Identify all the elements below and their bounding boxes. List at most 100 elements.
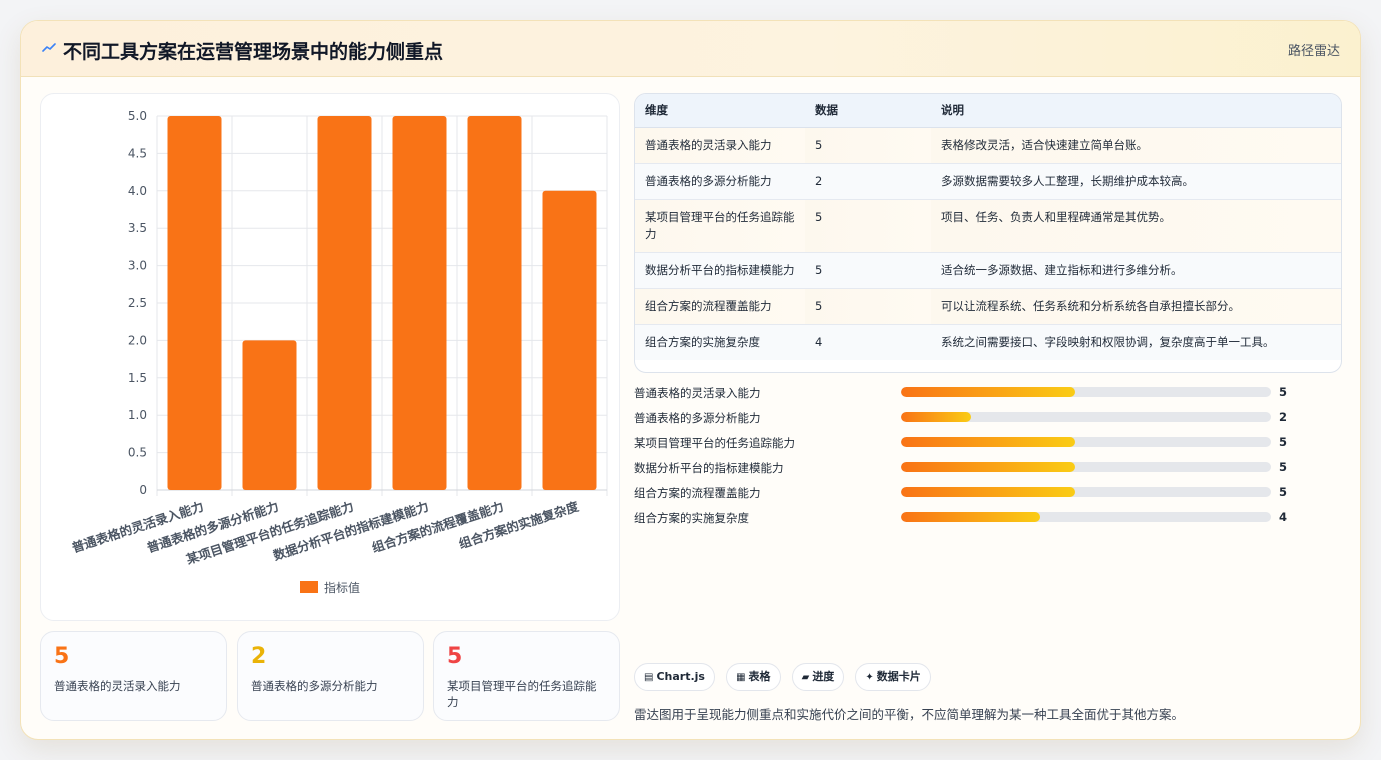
- progress-row: 组合方案的实施复杂度 4: [634, 507, 1334, 532]
- progress-track: [901, 412, 1271, 422]
- table-header-row: 维度 数据 说明: [635, 94, 1341, 128]
- table-cell: 可以让流程系统、任务系统和分析系统各自承担擅长部分。: [931, 288, 1341, 325]
- bar: [167, 116, 222, 490]
- table-row: 组合方案的实施复杂度 4 系统之间需要接口、字段映射和权限协调，复杂度高于单一工…: [635, 324, 1341, 360]
- report-card: 不同工具方案在运营管理场景中的能力侧重点 路径雷达 0 0.5 1.0 1.5 2.0 2…: [20, 20, 1361, 740]
- table-cell: 5: [805, 127, 931, 164]
- tag-label: 数据卡片: [876, 670, 921, 683]
- table-cell: 5: [805, 252, 931, 289]
- tag-label: 进度: [812, 670, 835, 683]
- progress-tag[interactable]: ▰ 进度: [791, 663, 845, 691]
- progress-row: 普通表格的多源分析能力 2: [634, 407, 1334, 432]
- chart-icon: ▤: [644, 672, 654, 683]
- progress-label: 某项目管理平台的任务追踪能力: [634, 436, 795, 450]
- table-cell: 系统之间需要接口、字段映射和权限协调，复杂度高于单一工具。: [931, 324, 1341, 360]
- progress-track: [901, 487, 1271, 497]
- progress-list: 普通表格的灵活录入能力 5 普通表格的多源分析能力 2 某项目管理平台的任务追踪…: [634, 382, 1334, 532]
- table-cell: 2: [805, 163, 931, 200]
- y-tick-label: 1.5: [128, 371, 147, 385]
- progress-row: 数据分析平台的指标建模能力 5: [634, 457, 1334, 482]
- progress-row: 普通表格的灵活录入能力 5: [634, 382, 1334, 407]
- progress-fill: [901, 387, 1075, 397]
- table-row: 某项目管理平台的任务追踪能力 5 项目、任务、负责人和里程碑通常是其优势。: [635, 199, 1341, 253]
- table-cell: 适合统一多源数据、建立指标和进行多维分析。: [931, 252, 1341, 289]
- progress-label: 组合方案的流程覆盖能力: [634, 486, 761, 500]
- bar: [392, 116, 447, 490]
- table-cell: 4: [805, 324, 931, 360]
- data-table: 维度 数据 说明 普通表格的灵活录入能力 5 表格修改灵活，适合快速建立简单台账…: [635, 94, 1341, 360]
- progress-label: 组合方案的实施复杂度: [634, 511, 749, 525]
- progress-icon: ▰: [801, 672, 810, 683]
- bar: [317, 116, 372, 490]
- progress-label: 普通表格的多源分析能力: [634, 411, 761, 425]
- y-tick-label: 4.0: [128, 184, 147, 198]
- table-cell: 5: [805, 288, 931, 325]
- table-cell: 某项目管理平台的任务追踪能力: [635, 199, 805, 253]
- legend-label: 指标值: [324, 580, 360, 595]
- y-tick-label: 0: [139, 483, 147, 497]
- tag-label: 表格: [748, 670, 771, 683]
- table-tag[interactable]: ▦ 表格: [726, 663, 781, 691]
- progress-value: 5: [1279, 435, 1288, 449]
- table-cell: 数据分析平台的指标建模能力: [635, 252, 805, 289]
- progress-fill: [901, 512, 1040, 522]
- stat-label: 普通表格的灵活录入能力: [54, 679, 181, 693]
- path-radar-link[interactable]: 路径雷达: [1288, 40, 1340, 59]
- stat-card-1: 5 普通表格的灵活录入能力: [40, 631, 227, 721]
- card-header: 不同工具方案在运营管理场景中的能力侧重点 路径雷达: [21, 21, 1360, 77]
- progress-track: [901, 462, 1271, 472]
- data-table-panel: 维度 数据 说明 普通表格的灵活录入能力 5 表格修改灵活，适合快速建立简单台账…: [634, 93, 1342, 373]
- tag-label: Chart.js: [656, 670, 705, 683]
- column-header-value: 数据: [805, 94, 931, 128]
- progress-value: 5: [1279, 385, 1288, 399]
- progress-track: [901, 387, 1271, 397]
- x-tick-label: 普通表格的灵活录入能力: [70, 499, 205, 556]
- progress-track: [901, 512, 1271, 522]
- tag-row: ▤ Chart.js ▦ 表格 ▰ 进度 ✦ 数据卡片: [634, 663, 937, 691]
- stat-value: 5: [447, 644, 463, 669]
- page-title: 不同工具方案在运营管理场景中的能力侧重点: [63, 41, 444, 63]
- progress-label: 普通表格的灵活录入能力: [634, 386, 761, 400]
- stat-card-2: 2 普通表格的多源分析能力: [237, 631, 424, 721]
- bar: [542, 190, 597, 491]
- y-tick-label: 4.5: [128, 146, 147, 160]
- progress-value: 5: [1279, 460, 1288, 474]
- chartjs-tag[interactable]: ▤ Chart.js: [634, 663, 715, 691]
- progress-value: 2: [1279, 410, 1288, 424]
- y-tick-label: 2.5: [128, 296, 147, 310]
- stat-value: 5: [54, 644, 70, 669]
- table-icon: ▦: [736, 672, 746, 683]
- column-header-dimension: 维度: [635, 94, 805, 128]
- table-row: 数据分析平台的指标建模能力 5 适合统一多源数据、建立指标和进行多维分析。: [635, 252, 1341, 289]
- progress-label: 数据分析平台的指标建模能力: [634, 461, 784, 475]
- legend-swatch: [300, 581, 318, 593]
- stat-card-3: 5 某项目管理平台的任务追踪能力: [433, 631, 620, 721]
- stat-label: 普通表格的多源分析能力: [251, 679, 378, 693]
- y-tick-label: 3.0: [128, 259, 147, 273]
- spark-line-icon: [42, 43, 56, 52]
- progress-row: 组合方案的流程覆盖能力 5: [634, 482, 1334, 507]
- progress-value: 4: [1279, 510, 1288, 524]
- progress-fill: [901, 412, 972, 422]
- bar-chart-panel: 0 0.5 1.0 1.5 2.0 2.5 3.0 3.5 4.0 4.5 5.0 普通表格的灵活录入…: [40, 93, 620, 621]
- y-tick-label: 5.0: [128, 109, 147, 123]
- table-cell: 组合方案的实施复杂度: [635, 324, 805, 360]
- stat-label: 某项目管理平台的任务追踪能力: [447, 679, 597, 709]
- y-tick-label: 3.5: [128, 221, 147, 235]
- table-cell: 项目、任务、负责人和里程碑通常是其优势。: [931, 199, 1341, 253]
- table-row: 组合方案的流程覆盖能力 5 可以让流程系统、任务系统和分析系统各自承担擅长部分。: [635, 288, 1341, 325]
- y-tick-label: 1.0: [128, 408, 147, 422]
- progress-fill: [901, 462, 1075, 472]
- data-card-tag[interactable]: ✦ 数据卡片: [855, 663, 931, 691]
- progress-fill: [901, 487, 1075, 497]
- y-tick-label: 2.0: [128, 333, 147, 347]
- x-tick-label: 组合方案的流程覆盖能力: [370, 499, 505, 556]
- bar-chart: 0 0.5 1.0 1.5 2.0 2.5 3.0 3.5 4.0 4.5 5.0 普通表格的灵活录入…: [70, 109, 608, 595]
- table-cell: 表格修改灵活，适合快速建立简单台账。: [931, 127, 1341, 164]
- table-cell: 5: [805, 199, 931, 253]
- table-cell: 普通表格的灵活录入能力: [635, 127, 805, 164]
- table-row: 普通表格的灵活录入能力 5 表格修改灵活，适合快速建立简单台账。: [635, 127, 1341, 164]
- stat-value: 2: [251, 644, 267, 669]
- table-cell: 组合方案的流程覆盖能力: [635, 288, 805, 325]
- sparkle-icon: ✦: [865, 672, 874, 683]
